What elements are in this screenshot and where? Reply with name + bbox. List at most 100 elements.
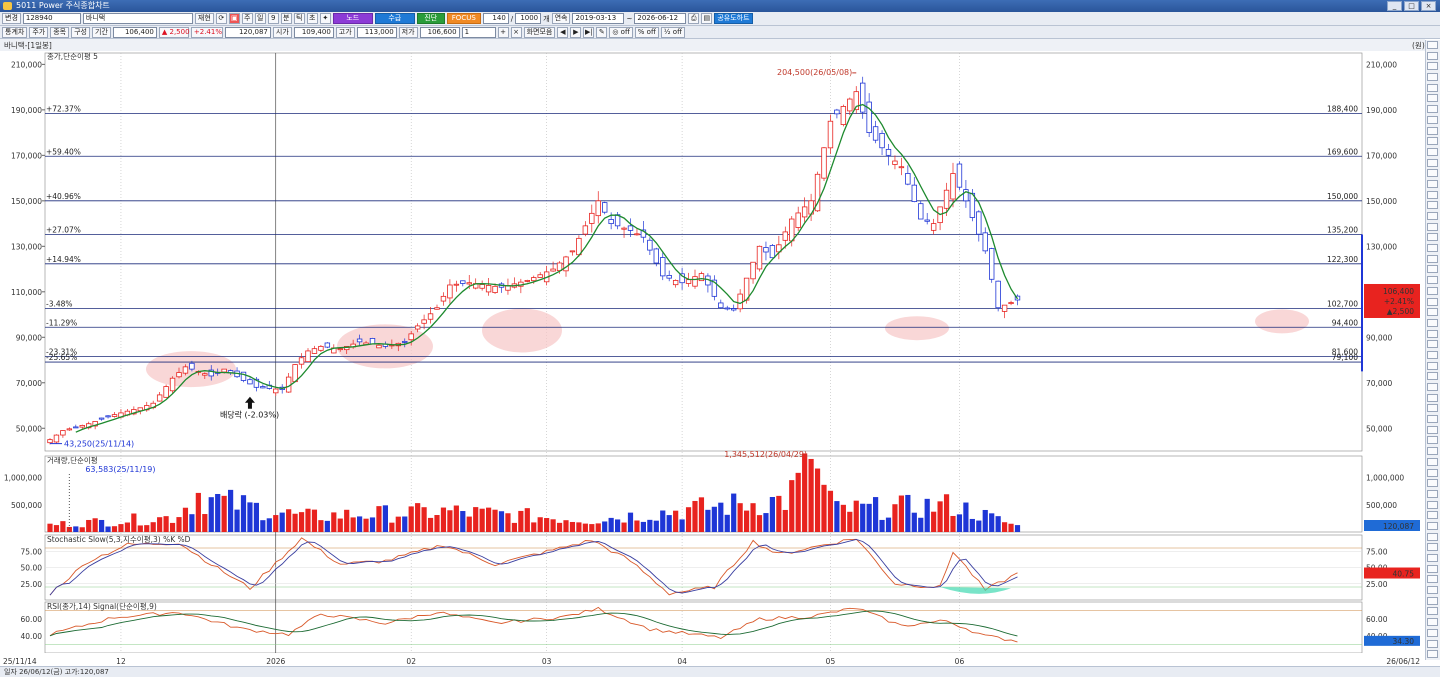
drawing-tool-icon[interactable] [1427,265,1438,274]
stock-code-input[interactable]: 128940 [22,13,81,24]
maximize-button[interactable]: □ [1404,1,1419,11]
drawing-tool-icon[interactable] [1427,639,1438,648]
drawing-tool-icon[interactable] [1427,468,1438,477]
drawing-tool-icon[interactable] [1427,308,1438,317]
step-input[interactable]: 1 [461,26,496,38]
toggle-2[interactable]: % off [634,26,659,38]
continuous-button[interactable]: 연속 [551,13,571,24]
toggle-3[interactable]: ½ off [660,26,685,38]
drawing-tool-icon[interactable] [1427,575,1438,584]
plus-icon[interactable]: + [497,26,509,38]
print-icon[interactable]: ⎙ [688,13,700,24]
drawing-tool-icon[interactable] [1427,286,1438,295]
drawing-tool-icon[interactable] [1427,244,1438,253]
period-count-input[interactable]: 1000 [515,13,542,24]
drawing-tool-icon[interactable] [1427,586,1438,595]
timeframe-period[interactable]: 기간 [92,26,111,38]
market-select[interactable]: 변경 [2,13,21,24]
drawing-tool-icon[interactable] [1427,607,1438,616]
drawing-tool-icon[interactable] [1427,543,1438,552]
drawing-tool-icon[interactable] [1427,201,1438,210]
drawing-tool-icon[interactable] [1427,618,1438,627]
drawing-tool-icon[interactable] [1427,276,1438,285]
tool-icon-6[interactable]: 틱 [293,13,305,24]
drawing-tool-icon[interactable] [1427,564,1438,573]
tool-icon-7[interactable]: 초 [306,13,318,24]
drawing-tool-icon[interactable] [1427,94,1438,103]
tool-icon-1[interactable]: ▣ [228,13,240,24]
drawing-tool-icon[interactable] [1427,447,1438,456]
timeframe-stock[interactable]: 종목 [50,26,70,38]
timeframe-compose[interactable]: 구성 [71,26,90,38]
drawing-tool-icon[interactable] [1427,340,1438,349]
drawing-tool-icon[interactable] [1427,51,1438,60]
cross-icon[interactable]: × [510,26,522,38]
drawing-tool-icon[interactable] [1427,393,1438,402]
analysis-button[interactable]: 공유도하트 [714,13,753,24]
date-from-input[interactable]: 2019-03-13 [572,13,625,24]
drawing-tool-icon[interactable] [1427,318,1438,327]
node-button[interactable]: 노드 [332,13,373,24]
drawing-tool-icon[interactable] [1427,404,1438,413]
drawing-tool-icon[interactable] [1427,521,1438,530]
drawing-tool-icon[interactable] [1427,147,1438,156]
drawing-tool-icon[interactable] [1427,62,1438,71]
drawing-tool-icon[interactable] [1427,436,1438,445]
date-to-input[interactable]: 2026-06-12 [634,13,687,24]
drawing-tool-icon[interactable] [1427,41,1438,49]
drawing-tool-icon[interactable] [1427,361,1438,370]
drawing-tool-icon[interactable] [1427,222,1438,231]
drawing-tool-icon[interactable] [1427,554,1438,562]
drawing-tool-icon[interactable] [1427,425,1438,434]
drawing-tool-icon[interactable] [1427,511,1438,520]
drawing-tool-icon[interactable] [1427,350,1438,359]
drawing-tool-icon[interactable] [1427,596,1438,605]
prev-icon[interactable]: ◀ [557,26,569,38]
drawing-tool-icon[interactable] [1427,457,1438,466]
view-button[interactable]: 화면모음 [523,26,556,38]
drawing-tool-icon[interactable] [1427,254,1438,263]
drawing-tool-icon[interactable] [1427,532,1438,541]
drawing-tool-icon[interactable] [1427,372,1438,381]
drawing-tool-icon[interactable] [1427,83,1438,92]
timeframe-price[interactable]: 주가 [29,26,49,38]
tool-icon-5[interactable]: 분 [280,13,292,24]
drawing-tool-icon[interactable] [1427,190,1438,199]
drawing-tool-icon[interactable] [1427,126,1438,135]
drawing-tool-icon[interactable] [1427,105,1438,114]
supply-button[interactable]: 수급 [374,13,415,24]
drawing-tool-icon[interactable] [1427,233,1438,242]
play-icon[interactable]: ▶ [570,26,582,38]
drawing-tool-icon[interactable] [1427,628,1438,637]
drawing-tool-icon[interactable] [1427,297,1438,306]
drawing-tool-icon[interactable] [1427,158,1438,167]
focus-button[interactable]: FOCUS [446,13,481,24]
next-icon[interactable]: ▶| [583,26,595,38]
drawing-tool-icon[interactable] [1427,329,1438,338]
drawing-tool-icon[interactable] [1427,212,1438,220]
drawing-tool-icon[interactable] [1427,489,1438,498]
stock-chart[interactable]: 바니택-[1일봉] (원) 50,000 50,000 70,000 70,000 90,0… [0,39,1425,666]
close-button[interactable]: × [1421,1,1436,11]
drawing-tool-icon[interactable] [1427,415,1438,424]
drawing-tool-icon[interactable] [1427,500,1438,509]
minimize-button[interactable]: _ [1387,1,1402,11]
drawing-tool-icon[interactable] [1427,650,1438,659]
drawing-tool-icon[interactable] [1427,179,1438,188]
tool-icon-3[interactable]: 일 [254,13,266,24]
drawing-tool-icon[interactable] [1427,383,1438,391]
tool-icon-4[interactable]: 9 [267,13,279,24]
tool-icon-2[interactable]: 주 [241,13,253,24]
drawing-tool-icon[interactable] [1427,137,1438,146]
drawing-tool-icon[interactable] [1427,169,1438,178]
pen-icon[interactable]: ✎ [596,26,608,38]
tool-icon-8[interactable]: ✦ [319,13,331,24]
diagnose-button[interactable]: 진단 [416,13,445,24]
reset-button[interactable]: 재현 [194,13,214,24]
count-input[interactable]: 140 [482,13,509,24]
save-icon[interactable]: ▤ [701,13,713,24]
drawing-toolbar[interactable] [1425,40,1440,660]
drawing-tool-icon[interactable] [1427,73,1438,82]
refresh-icon[interactable]: ⟳ [215,13,227,24]
toggle-1[interactable]: ◎ off [609,26,633,38]
